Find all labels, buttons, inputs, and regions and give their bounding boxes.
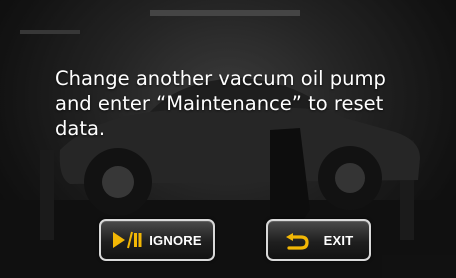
ignore-button-label: IGNORE	[149, 232, 202, 248]
exit-button-label: EXIT	[323, 232, 354, 248]
ignore-button[interactable]: IGNORE	[99, 219, 215, 261]
play-pause-icon	[112, 230, 142, 250]
dialog-message: Change another vaccum oil pump and enter…	[55, 67, 386, 140]
exit-button[interactable]: EXIT	[266, 219, 371, 261]
workshop-screen: Change another vaccum oil pump and enter…	[0, 0, 456, 278]
return-arrow-icon	[284, 230, 310, 250]
